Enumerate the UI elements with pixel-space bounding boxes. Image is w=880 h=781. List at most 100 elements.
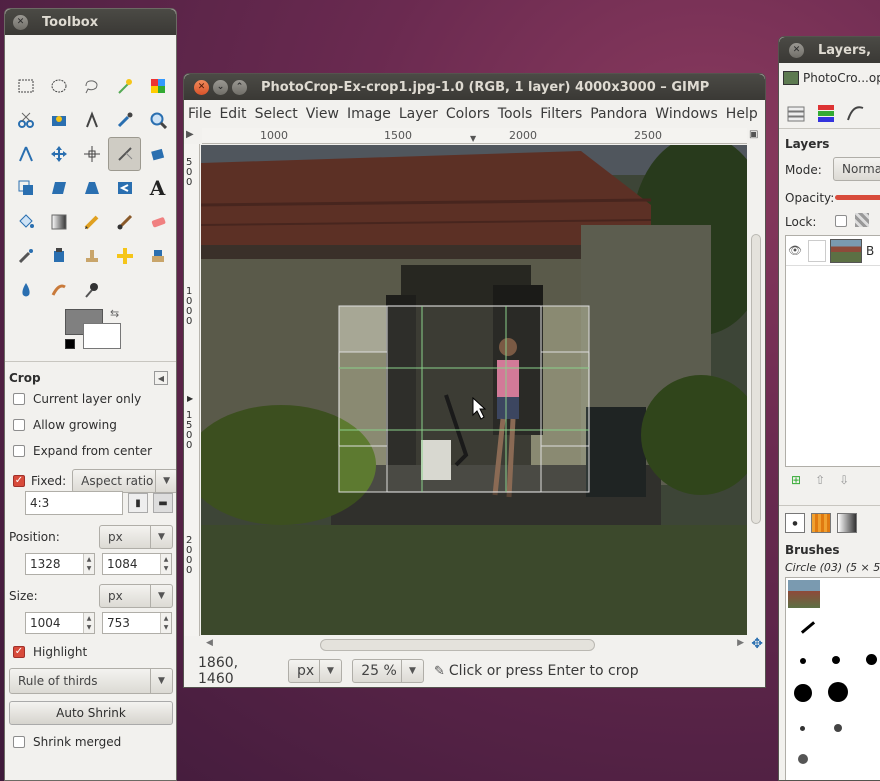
background-color-swatch[interactable] [83,323,121,349]
lasso-tool[interactable] [75,69,108,103]
crop-tool[interactable] [108,137,141,171]
lock-alpha-icon[interactable] [855,213,869,227]
menu-help[interactable]: Help [726,106,764,122]
horizontal-scrollbar[interactable]: ◀ ▶ [202,636,748,654]
perspective-clone-tool[interactable] [141,239,174,273]
opacity-slider[interactable] [835,195,880,200]
dodge-burn-tool[interactable] [75,273,108,307]
brush-thumbnail[interactable] [832,656,840,664]
channels-tab-icon[interactable] [815,102,837,124]
move-tool[interactable] [42,137,75,171]
aspect-ratio-input[interactable]: 4:3 [25,491,123,515]
chain-icon[interactable] [808,239,826,262]
select-by-color-tool[interactable] [141,69,174,103]
scale-tool[interactable] [9,171,42,205]
shrink-merged-checkbox[interactable] [13,736,25,748]
patterns-tab-icon[interactable] [811,513,831,533]
highlight-option[interactable]: ✓ Highlight [13,645,87,659]
rect-select-tool[interactable] [9,69,42,103]
size-width-input[interactable]: 1004 ▲ ▼ [25,612,95,634]
size-height-input[interactable]: 753 ▲ ▼ [102,612,172,634]
menu-tools[interactable]: Tools [498,106,539,122]
zoom-select[interactable]: 25 % ▼ [352,659,424,683]
gradients-tab-icon[interactable] [837,513,857,533]
allow-growing-checkbox[interactable] [13,419,25,431]
paintbrush-tool[interactable] [108,205,141,239]
shrink-merged-option[interactable]: Shrink merged [13,735,121,749]
maximize-icon[interactable]: ⌃ [232,79,247,95]
scroll-left-icon[interactable]: ◀ [206,638,213,648]
position-y-input[interactable]: 1084 ▲ ▼ [102,553,172,575]
quick-mask-corner-icon[interactable]: ▶ [186,129,200,143]
expand-from-center-checkbox[interactable] [13,445,25,457]
brush-thumbnail[interactable] [788,580,820,608]
menu-colors[interactable]: Colors [446,106,496,122]
close-icon[interactable]: ✕ [13,14,28,30]
airbrush-tool[interactable] [9,239,42,273]
current-layer-only-option[interactable]: Current layer only [13,392,141,406]
fixed-mode-select[interactable]: Aspect ratio ▼ [72,469,176,493]
position-unit-select[interactable]: px ▼ [99,525,173,549]
image-canvas[interactable] [201,145,747,635]
brush-thumbnail[interactable] [834,724,842,732]
close-icon[interactable]: ✕ [194,79,209,95]
menu-filters[interactable]: Filters [540,106,588,122]
brush-thumbnail[interactable] [866,654,877,665]
menu-image[interactable]: Image [347,106,397,122]
shear-tool[interactable] [42,171,75,205]
zoom-tool[interactable] [141,103,174,137]
expand-from-center-option[interactable]: Expand from center [13,444,152,458]
position-x-input[interactable]: 1328 ▲ ▼ [25,553,95,575]
scroll-right-icon[interactable]: ▶ [737,638,744,648]
rotate-tool[interactable] [141,137,174,171]
new-layer-icon[interactable]: ⊞ [791,473,801,487]
vertical-scrollbar[interactable] [747,144,765,636]
menu-pandora[interactable]: Pandora [590,106,653,122]
blur-tool[interactable] [9,273,42,307]
fuzzy-select-tool[interactable] [108,69,141,103]
horizontal-ruler[interactable]: 1000 1500 2000 2500 ▼ [202,128,747,144]
perspective-tool[interactable] [75,171,108,205]
close-icon[interactable]: ✕ [789,42,804,58]
layer-mode-select[interactable]: Normal [833,157,880,181]
flip-tool[interactable] [108,171,141,205]
minimize-icon[interactable]: ⌄ [213,79,228,95]
navigate-icon[interactable]: ▣ [749,129,763,143]
brush-thumbnail[interactable] [800,658,806,664]
ink-tool[interactable] [42,239,75,273]
measure-tool[interactable] [9,137,42,171]
navigate-move-icon[interactable]: ✥ [751,636,763,652]
brush-thumbnail[interactable] [798,754,808,764]
image-menu[interactable]: PhotoCro...op [783,67,880,89]
menu-windows[interactable]: Windows [655,106,724,122]
brushes-tab-icon[interactable]: ● [785,513,805,533]
ellipse-select-tool[interactable] [42,69,75,103]
menu-file[interactable]: File [188,106,217,122]
clone-tool[interactable] [75,239,108,273]
lock-pixels-checkbox[interactable] [835,215,847,227]
text-tool[interactable]: A [141,171,174,205]
bucket-fill-tool[interactable] [9,205,42,239]
portrait-icon[interactable]: ▮ [128,493,148,513]
status-unit-select[interactable]: px ▼ [288,659,342,683]
menu-edit[interactable]: Edit [219,106,252,122]
default-colors-icon[interactable] [65,339,75,349]
spin-arrows-icon[interactable]: ▲ ▼ [160,554,171,574]
heal-tool[interactable] [108,239,141,273]
color-picker-tool[interactable] [108,103,141,137]
horizontal-scroll-thumb[interactable] [320,639,595,651]
allow-growing-option[interactable]: Allow growing [13,418,117,432]
guides-select[interactable]: Rule of thirds ▼ [9,668,173,694]
menu-layer[interactable]: Layer [399,106,444,122]
paths-tab-icon[interactable] [845,102,867,124]
landscape-icon[interactable]: ▬ [153,493,173,513]
brush-thumbnail[interactable] [828,682,848,702]
eraser-tool[interactable] [141,205,174,239]
brush-thumbnail[interactable] [800,726,805,731]
lower-layer-icon[interactable]: ⇩ [839,473,849,487]
layer-row[interactable]: 👁 B [786,236,880,266]
configure-tab-icon[interactable]: ◀ [154,371,168,385]
smudge-tool[interactable] [42,273,75,307]
raise-layer-icon[interactable]: ⇧ [815,473,825,487]
spin-arrows-icon[interactable]: ▲ ▼ [160,613,171,633]
